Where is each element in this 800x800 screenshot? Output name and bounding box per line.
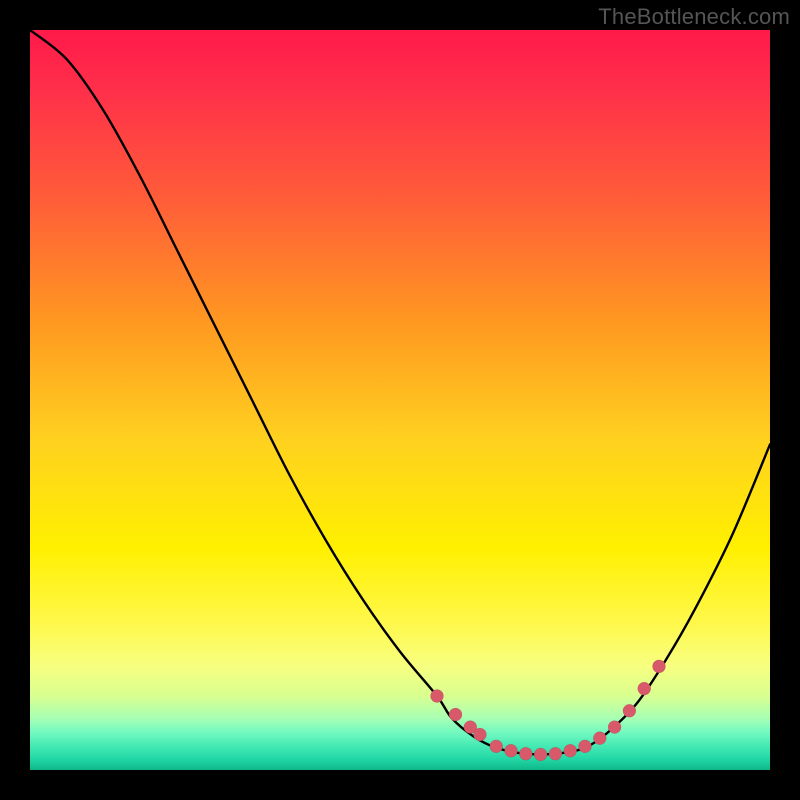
curve-layer [30,30,770,770]
highlight-point [653,660,666,673]
highlight-point [579,740,592,753]
highlight-point [638,682,651,695]
highlight-point [564,744,577,757]
highlight-point [519,747,532,760]
highlight-point [534,748,547,761]
highlight-point [505,744,518,757]
highlight-point [593,732,606,745]
highlight-point [623,704,636,717]
highlight-point [608,721,621,734]
highlight-point [431,690,444,703]
highlight-point [449,708,462,721]
highlight-point [473,728,486,741]
highlight-point [490,740,503,753]
chart-frame: TheBottleneck.com [0,0,800,800]
marker-group [431,660,666,761]
bottleneck-curve [30,30,770,754]
watermark-label: TheBottleneck.com [598,4,790,30]
highlight-point [549,747,562,760]
plot-area [30,30,770,770]
